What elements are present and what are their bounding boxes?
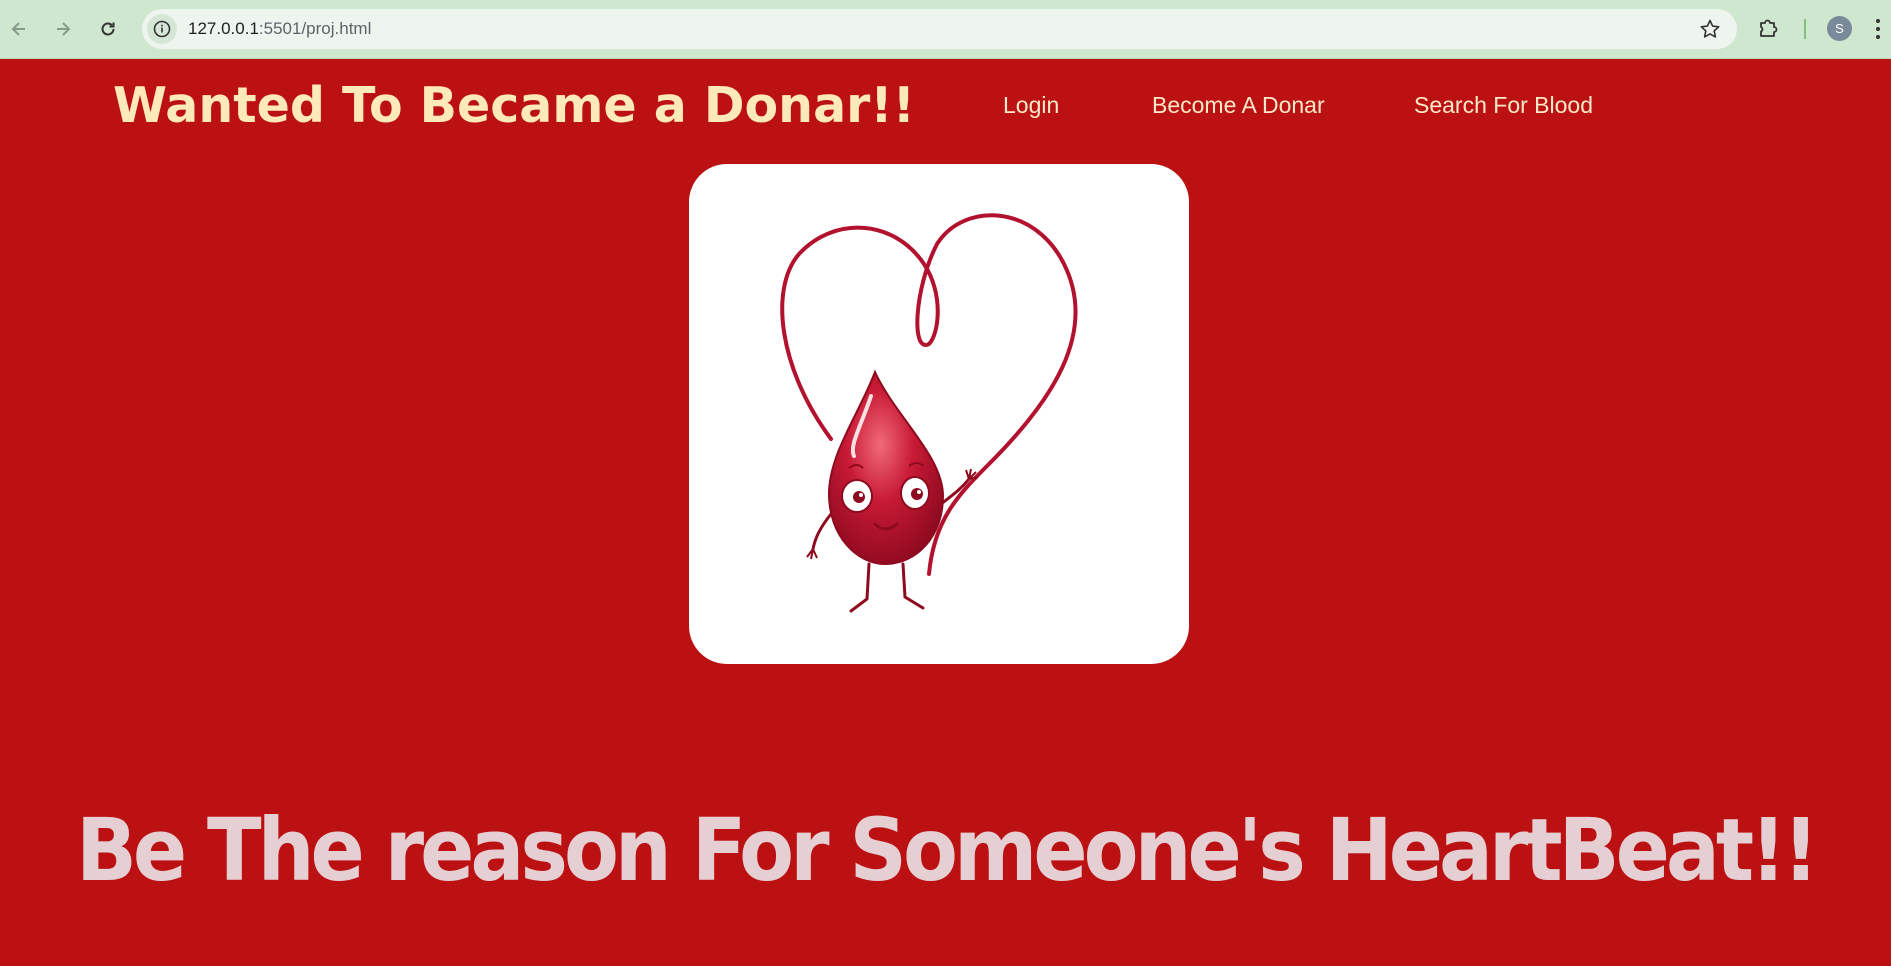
back-button[interactable] xyxy=(2,12,36,46)
blood-drop-heart-illustration xyxy=(780,213,1078,613)
nav-login-link[interactable]: Login xyxy=(1003,92,1059,119)
reload-button[interactable] xyxy=(91,12,125,46)
browser-toolbar: 127.0.0.1:5501/proj.html S xyxy=(0,0,1891,59)
arrow-right-icon xyxy=(57,22,71,36)
toolbar-divider xyxy=(1804,19,1806,39)
main-nav: Login Become A Donar Search For Blood xyxy=(0,92,1891,126)
url-host: 127.0.0.1 xyxy=(188,19,259,38)
forward-button[interactable] xyxy=(46,12,80,46)
extensions-button[interactable] xyxy=(1757,16,1781,45)
info-icon xyxy=(153,20,171,38)
site-info-button[interactable] xyxy=(147,14,177,44)
profile-avatar[interactable]: S xyxy=(1827,16,1852,41)
reload-icon xyxy=(101,22,115,36)
star-icon xyxy=(1700,19,1720,38)
bookmark-button[interactable] xyxy=(1699,18,1721,45)
url-text[interactable]: 127.0.0.1:5501/proj.html xyxy=(188,19,371,39)
kebab-icon xyxy=(1876,19,1880,39)
nav-search-blood-link[interactable]: Search For Blood xyxy=(1414,92,1593,119)
hero-image-card xyxy=(689,164,1189,664)
browser-menu-button[interactable] xyxy=(1874,18,1882,45)
nav-become-donar-link[interactable]: Become A Donar xyxy=(1152,92,1325,119)
arrow-left-icon xyxy=(11,22,25,36)
address-bar[interactable]: 127.0.0.1:5501/proj.html xyxy=(142,9,1737,49)
hero-tagline: Be The reason For Someone's HeartBeat!! xyxy=(75,800,1819,901)
puzzle-icon xyxy=(1760,19,1778,37)
url-path: :5501/proj.html xyxy=(258,19,372,38)
page-body: Wanted To Became a Donar!! Login Become … xyxy=(0,59,1891,966)
